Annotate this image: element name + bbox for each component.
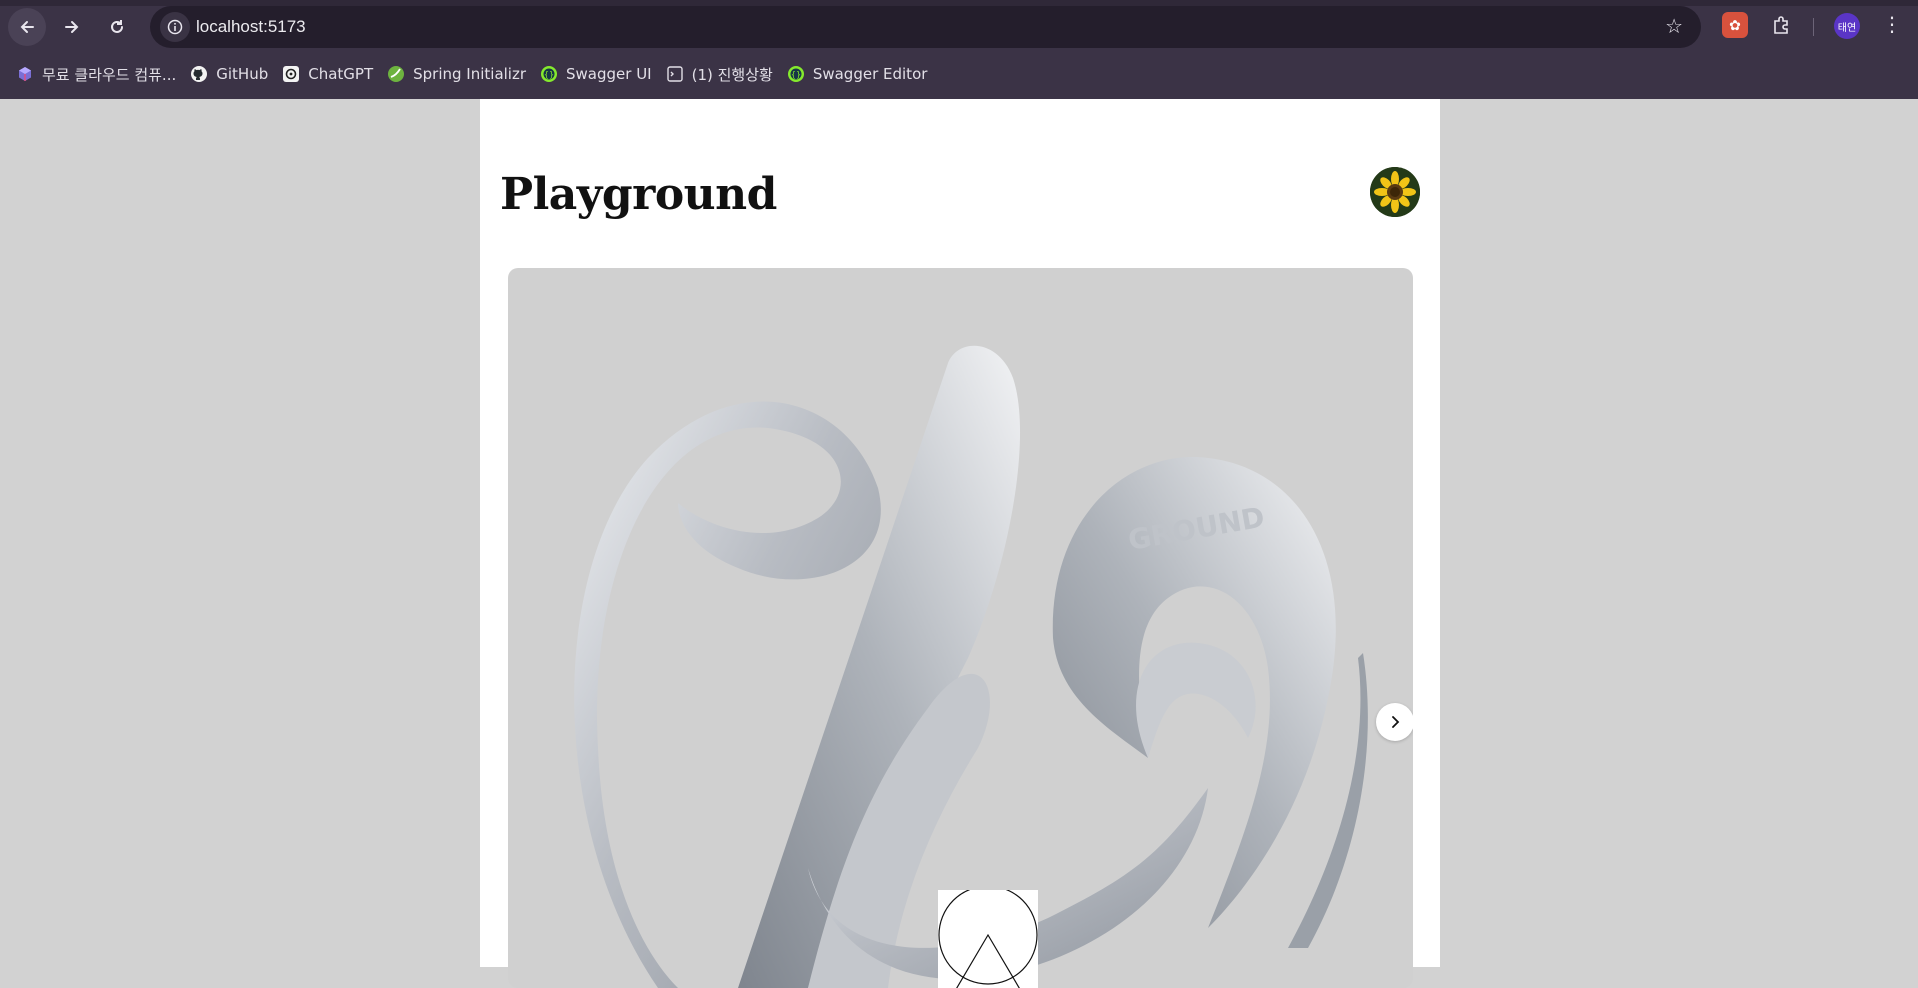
spring-icon: [387, 65, 405, 83]
bookmark-item[interactable]: Spring Initializr: [383, 61, 536, 87]
sunflower-icon: [1370, 167, 1420, 217]
avatar[interactable]: [1370, 167, 1420, 217]
swagger-icon: {}: [540, 65, 558, 83]
extensions-puzzle-icon[interactable]: [1768, 12, 1794, 38]
svg-text:{}: {}: [544, 70, 554, 79]
circle-triangle-logo-icon: [938, 885, 1038, 988]
github-icon: [190, 65, 208, 83]
bookmark-item[interactable]: (1) 진행상황: [662, 61, 783, 87]
bookmark-item[interactable]: {} Swagger Editor: [783, 61, 938, 87]
carousel-next-button[interactable]: [1376, 703, 1413, 741]
bookmark-label: Swagger UI: [566, 65, 652, 83]
image-carousel: GROUND: [508, 268, 1413, 988]
bookmark-label: (1) 진행상황: [691, 65, 773, 84]
extension-icon[interactable]: ✿: [1722, 12, 1748, 38]
site-logo: [938, 885, 1038, 988]
address-bar[interactable]: localhost:5173 ☆: [150, 6, 1701, 48]
back-button[interactable]: [8, 8, 46, 46]
reload-icon: [111, 20, 123, 33]
page-title: Playground: [500, 169, 777, 220]
chatgpt-icon: [282, 65, 300, 83]
page-container: Playground GROUND: [480, 99, 1440, 988]
bookmarks-bar: 무료 클라우드 컴퓨... GitHub ChatGPT Spring Init…: [12, 61, 937, 87]
bookmark-item[interactable]: ChatGPT: [278, 61, 383, 87]
bookmark-item[interactable]: {} Swagger UI: [536, 61, 662, 87]
bookmark-label: ChatGPT: [308, 65, 374, 83]
playground-3d-logo-image: GROUND: [574, 345, 1368, 988]
toolbar-divider: [1813, 18, 1814, 36]
bookmark-item[interactable]: 무료 클라우드 컴퓨...: [12, 61, 186, 87]
arrow-left-icon: [20, 21, 34, 33]
bookmark-label: Spring Initializr: [413, 65, 527, 83]
reload-button[interactable]: [98, 8, 136, 46]
forward-button[interactable]: [53, 8, 91, 46]
browser-menu-icon[interactable]: ⋮: [1882, 12, 1902, 38]
arrow-right-icon: [65, 21, 79, 33]
chevron-right-icon: [1392, 716, 1400, 728]
bookmark-label: Swagger Editor: [812, 65, 928, 83]
profile-avatar[interactable]: 태연: [1834, 13, 1860, 39]
bookmark-item[interactable]: GitHub: [186, 61, 278, 87]
bookmark-star-icon[interactable]: ☆: [1665, 16, 1683, 38]
swagger-icon: {}: [787, 65, 805, 83]
terminal-icon: [666, 65, 684, 83]
site-info-icon[interactable]: [160, 12, 190, 42]
url-text[interactable]: localhost:5173: [196, 17, 306, 37]
svg-text:{}: {}: [791, 70, 801, 79]
bookmark-label: 무료 클라우드 컴퓨...: [42, 65, 177, 84]
browser-chrome: localhost:5173 ☆ ✿ 태연 ⋮ 무료 클라우드 컴퓨... Gi…: [0, 0, 1918, 99]
cube-icon: [16, 65, 34, 83]
bookmark-label: GitHub: [216, 65, 269, 83]
